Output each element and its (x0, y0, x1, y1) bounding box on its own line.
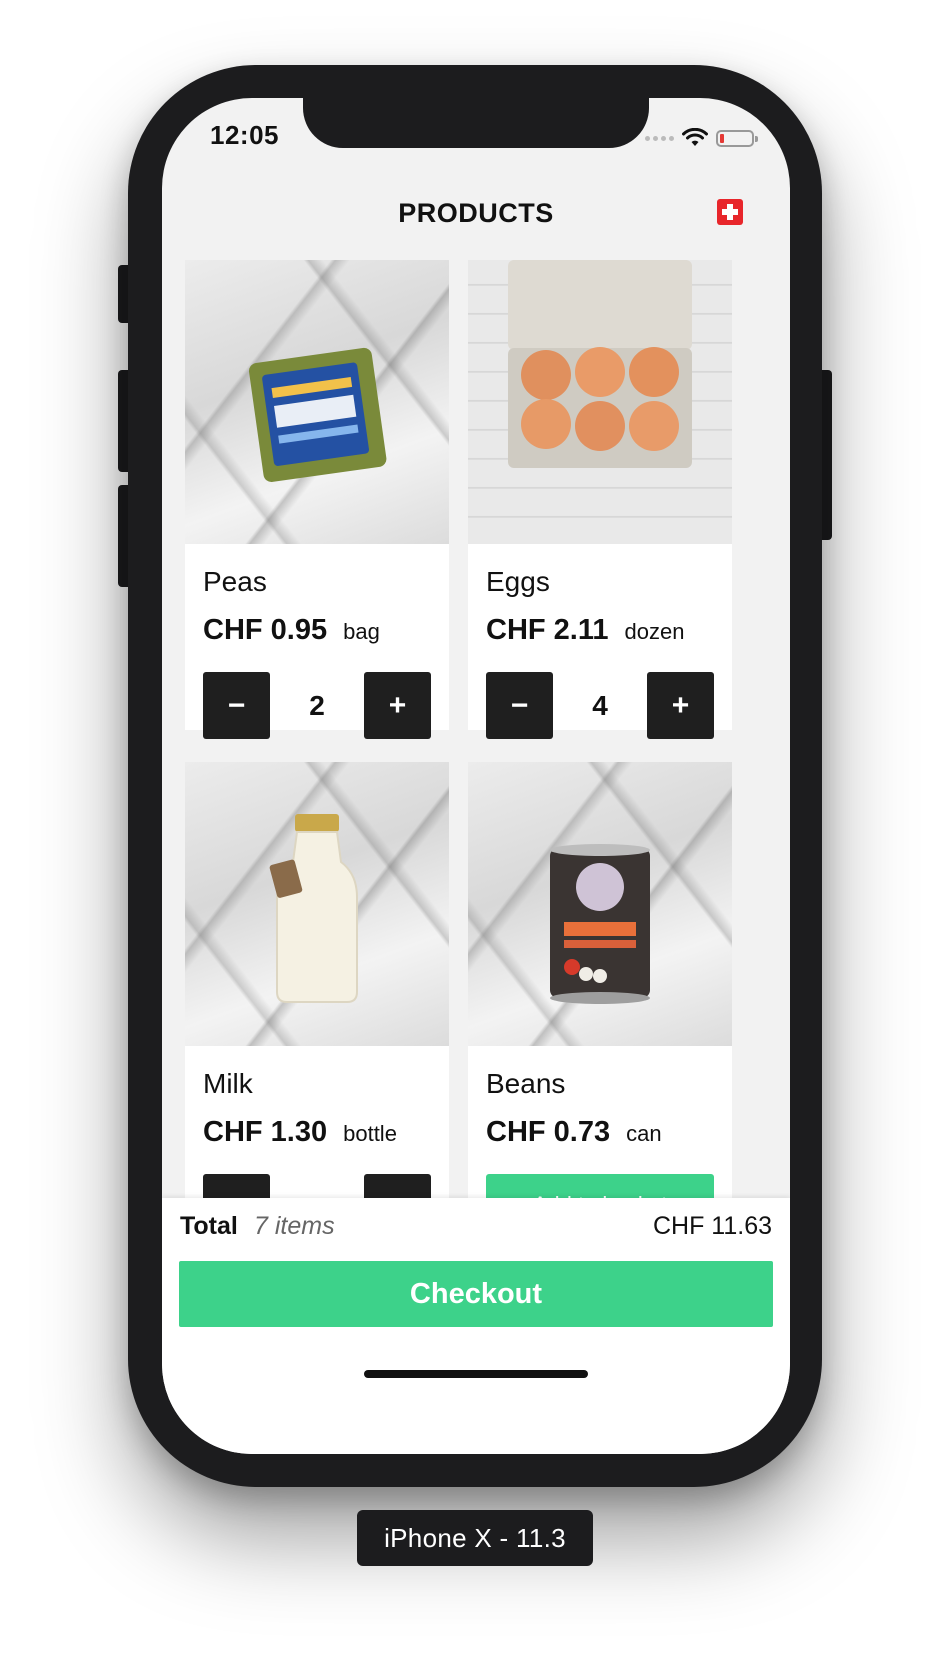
product-price: CHF 0.95 (203, 614, 328, 646)
total-items-count: 7 items (254, 1212, 335, 1240)
product-card-milk: Milk CHF 1.30 bottle − 1 + (185, 762, 449, 1241)
milk-bottle-illustration (269, 814, 358, 1003)
product-name: Eggs (486, 566, 550, 597)
product-card-peas: Peas CHF 0.95 bag − 2 + (185, 260, 449, 739)
beans-can-illustration (550, 844, 650, 1004)
page-title: PRODUCTS (398, 198, 554, 228)
wifi-icon (682, 128, 708, 146)
product-price: CHF 2.11 (486, 614, 609, 646)
product-price: CHF 1.30 (203, 1116, 328, 1148)
quantity-value: 4 (592, 689, 608, 721)
status-icons (645, 128, 758, 148)
home-indicator[interactable] (364, 1370, 588, 1378)
product-unit: bag (343, 619, 380, 644)
product-image-eggs (468, 260, 732, 544)
product-card-beans: Beans CHF 0.73 can Add to basket (468, 762, 732, 1236)
product-name: Peas (203, 566, 267, 597)
basket-footer: Total 7 items CHF 11.63 Checkout (162, 1198, 790, 1454)
price-row: CHF 0.73 can (486, 1116, 662, 1149)
product-price: CHF 0.73 (486, 1116, 611, 1148)
status-time: 12:05 (210, 120, 279, 150)
price-row: CHF 1.30 bottle (203, 1116, 397, 1149)
total-label: Total (180, 1212, 238, 1240)
product-image-beans (468, 762, 732, 1046)
product-name: Milk (203, 1068, 253, 1099)
product-unit: can (626, 1121, 662, 1146)
increase-button[interactable]: + (364, 672, 431, 739)
egg-carton-illustration (508, 260, 692, 468)
notch (303, 98, 649, 148)
product-unit: bottle (343, 1121, 397, 1146)
quantity-value: 2 (309, 689, 325, 721)
product-image-peas (185, 260, 449, 544)
checkout-button[interactable]: Checkout (179, 1261, 773, 1327)
swiss-flag-icon[interactable] (717, 199, 743, 225)
quantity-stepper: − 4 + (486, 672, 714, 740)
total-amount: CHF 11.63 (652, 1212, 772, 1240)
battery-icon (716, 129, 758, 147)
app-screen: 12:05 PRODUCTS Peas CHF 0.95 bag − 2 + E… (162, 98, 790, 1454)
product-card-eggs: Eggs CHF 2.11 dozen − 4 + (468, 260, 732, 739)
product-image-milk (185, 762, 449, 1046)
decrease-button[interactable]: − (203, 672, 270, 739)
product-unit: dozen (624, 619, 685, 644)
price-row: CHF 2.11 dozen (486, 614, 684, 647)
signal-icon (645, 135, 674, 141)
peas-bag-illustration (248, 347, 387, 482)
decrease-button[interactable]: − (486, 672, 553, 739)
increase-button[interactable]: + (647, 672, 714, 739)
product-name: Beans (486, 1068, 566, 1099)
simulator-device-label: iPhone X - 11.3 (357, 1510, 593, 1566)
quantity-stepper: − 2 + (203, 672, 431, 740)
price-row: CHF 0.95 bag (203, 614, 380, 647)
